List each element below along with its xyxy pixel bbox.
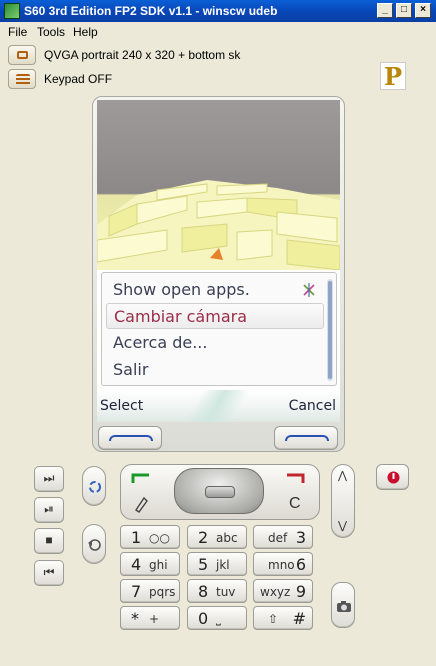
camera-button[interactable] bbox=[331, 582, 355, 628]
minimize-button[interactable]: _ bbox=[377, 3, 393, 18]
layout-label: QVGA portrait 240 x 320 + bottom sk bbox=[44, 48, 241, 62]
end-call-icon[interactable] bbox=[283, 471, 309, 485]
power-icon bbox=[387, 471, 400, 484]
media-stop-button[interactable]: ■ bbox=[34, 528, 64, 554]
menu-sync-icon bbox=[303, 283, 315, 297]
key-hash[interactable]: # ⇧ bbox=[253, 606, 313, 630]
clear-key-label[interactable]: C bbox=[289, 495, 301, 513]
camera-icon bbox=[337, 601, 351, 612]
left-softkey-button[interactable] bbox=[98, 426, 162, 450]
menu-help[interactable]: Help bbox=[73, 25, 98, 39]
key-7[interactable]: 7 pqrs bbox=[120, 579, 180, 603]
app-icon bbox=[4, 3, 20, 19]
layout-row: QVGA portrait 240 x 320 + bottom sk bbox=[8, 45, 308, 65]
media-next-button[interactable]: ⏭ bbox=[34, 466, 64, 492]
menu-key-button[interactable] bbox=[82, 466, 106, 506]
media-previous-button[interactable]: ⏮ bbox=[34, 560, 64, 586]
key-0[interactable]: 0 ⎵ bbox=[187, 606, 247, 630]
volume-down-icon[interactable]: ⋁ bbox=[338, 519, 347, 532]
rotate-key-button[interactable] bbox=[82, 524, 106, 564]
key-6[interactable]: 6 mno bbox=[253, 552, 313, 576]
volume-up-icon[interactable]: ⋀ bbox=[338, 469, 347, 482]
key-4[interactable]: 4 ghi bbox=[120, 552, 180, 576]
key-9[interactable]: 9 wxyz bbox=[253, 579, 313, 603]
key-3[interactable]: 3 def bbox=[253, 525, 313, 549]
media-play-pause-button[interactable]: ⏯ bbox=[34, 497, 64, 523]
right-softkey-button[interactable] bbox=[274, 426, 338, 450]
app-menu-icon bbox=[89, 481, 101, 493]
options-menu: Show open apps. Cambiar cámara Acerca de… bbox=[101, 272, 337, 386]
softkey-right-label[interactable]: Cancel bbox=[289, 398, 336, 414]
keypad-row: Keypad OFF bbox=[8, 69, 208, 89]
key-1[interactable]: 1 ○○ bbox=[120, 525, 180, 549]
power-button[interactable] bbox=[376, 464, 409, 490]
keypad-icon[interactable] bbox=[8, 69, 36, 89]
maze-game-view bbox=[97, 100, 340, 271]
call-icon[interactable] bbox=[131, 471, 153, 485]
pen-icon[interactable] bbox=[133, 495, 149, 513]
layout-icon[interactable] bbox=[8, 45, 36, 65]
menu-item-acerca-de[interactable]: Acerca de... bbox=[106, 330, 324, 356]
softkey-bar: Select Cancel bbox=[97, 390, 340, 422]
maze-illustration bbox=[97, 180, 340, 271]
rotate-icon bbox=[88, 539, 101, 551]
title-bar: S60 3rd Edition FP2 SDK v1.1 - winscw ud… bbox=[0, 0, 436, 22]
key-8[interactable]: 8 tuv bbox=[187, 579, 247, 603]
menu-file[interactable]: File bbox=[8, 25, 27, 39]
volume-rocker[interactable]: ⋀ ⋁ bbox=[331, 464, 355, 538]
sdk-logo: P bbox=[380, 62, 406, 90]
menu-item-cambiar-camara[interactable]: Cambiar cámara bbox=[106, 303, 324, 329]
menu-item-show-open-apps[interactable]: Show open apps. bbox=[106, 277, 324, 303]
phone-screen: Show open apps. Cambiar cámara Acerca de… bbox=[97, 100, 340, 422]
softkey-left-label[interactable]: Select bbox=[100, 398, 143, 414]
menu-scrollbar[interactable] bbox=[327, 279, 333, 381]
key-5[interactable]: 5 jkl bbox=[187, 552, 247, 576]
menu-tools[interactable]: Tools bbox=[37, 25, 65, 39]
menu-bar: File Tools Help bbox=[0, 22, 436, 42]
key-star[interactable]: * + bbox=[120, 606, 180, 630]
menu-item-salir[interactable]: Salir bbox=[106, 357, 324, 383]
navigation-select-button[interactable] bbox=[174, 468, 264, 514]
keypad-label: Keypad OFF bbox=[44, 72, 113, 86]
window-title: S60 3rd Edition FP2 SDK v1.1 - winscw ud… bbox=[24, 4, 278, 18]
close-button[interactable]: × bbox=[415, 3, 431, 18]
maximize-button[interactable]: □ bbox=[396, 3, 412, 18]
key-2[interactable]: 2 abc bbox=[187, 525, 247, 549]
